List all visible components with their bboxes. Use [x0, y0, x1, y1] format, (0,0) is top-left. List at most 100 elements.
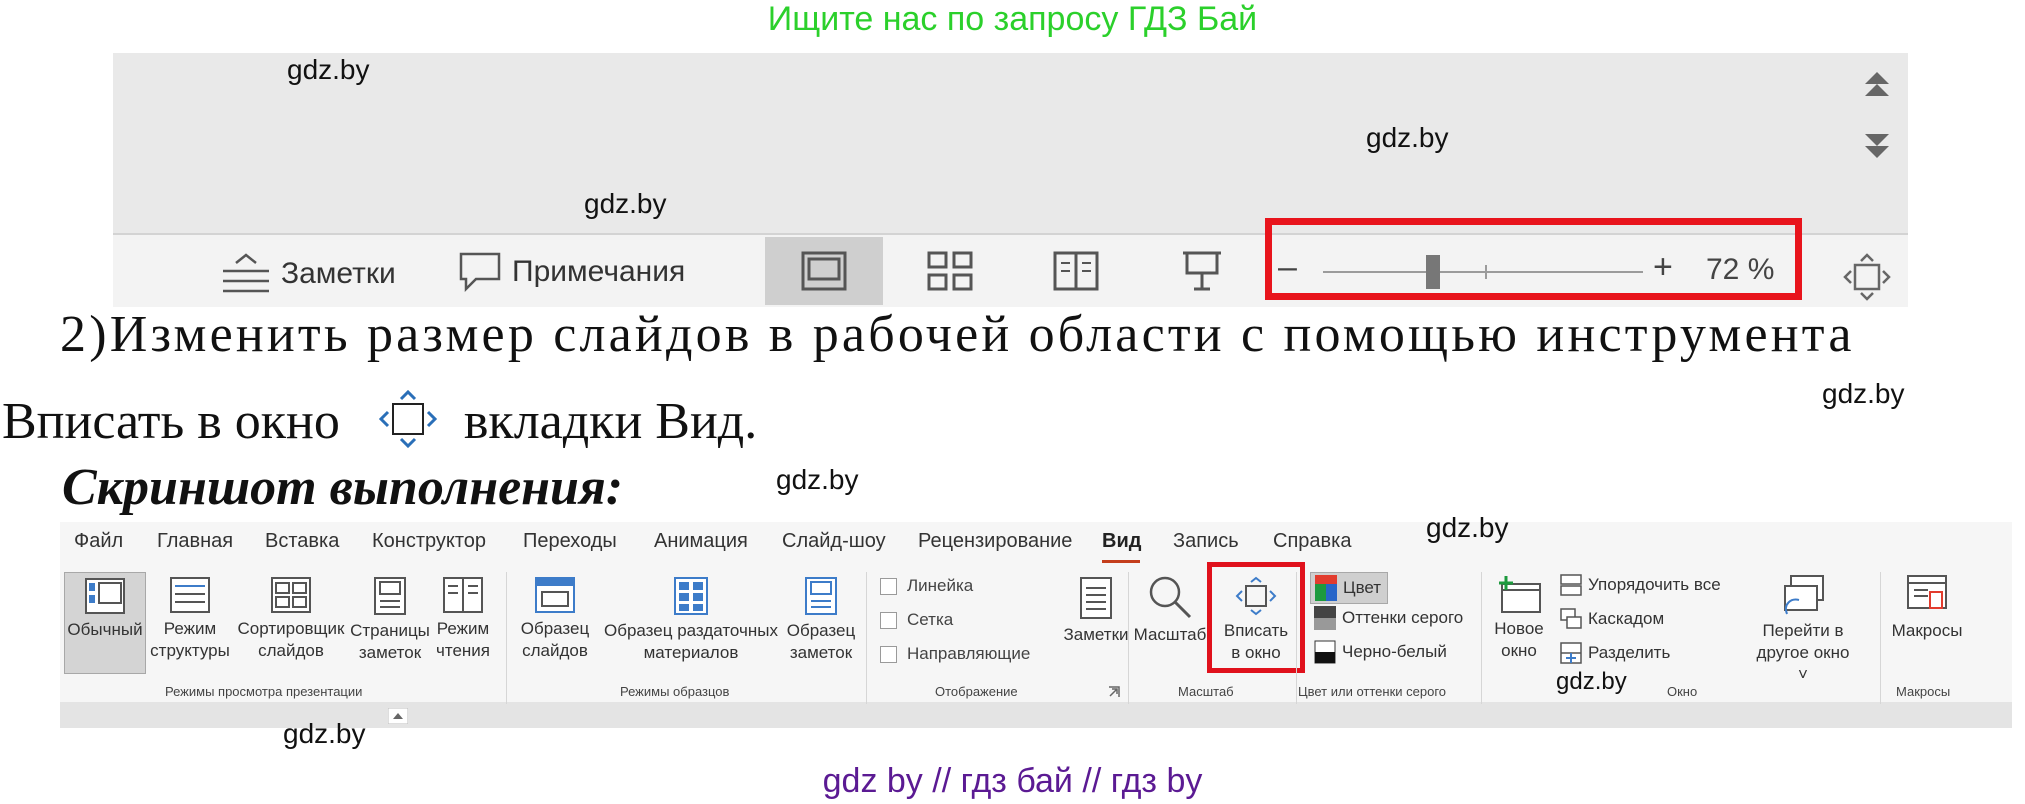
new-window-button[interactable]: Новое окно — [1486, 574, 1552, 662]
ruler-checkbox[interactable]: Линейка — [880, 576, 973, 596]
notes-icon — [1080, 577, 1112, 619]
slide-sorter-view-button[interactable] — [891, 237, 1009, 305]
group-separator — [1296, 572, 1297, 704]
watermark: gdz.by — [1426, 512, 1509, 543]
magnifier-icon — [1149, 576, 1192, 619]
slide-master-label-2: слайдов — [522, 641, 588, 660]
new-window-label-1: Новое — [1494, 619, 1544, 638]
normal-view-button[interactable]: Обычный — [64, 572, 146, 674]
zoom-out-button[interactable]: – — [1278, 248, 1297, 287]
outline-view-label-2: структуры — [150, 641, 230, 660]
zoom-slider-thumb[interactable] — [1426, 255, 1441, 289]
group-separator — [506, 572, 507, 704]
tab-home[interactable]: Главная — [157, 530, 233, 553]
guides-checkbox-box[interactable] — [880, 645, 897, 663]
zoom-label: Масштаб — [1133, 625, 1207, 644]
switch-window-button[interactable]: Перейти в другое окно ˅ — [1750, 574, 1856, 686]
comment-icon — [459, 252, 501, 293]
tab-slideshow[interactable]: Слайд-шоу — [782, 530, 886, 553]
guides-label: Направляющие — [907, 644, 1031, 663]
switch-window-label-1: Перейти в — [1762, 621, 1844, 640]
slideshow-view-button[interactable] — [1143, 237, 1261, 305]
fit-highlight-frame — [1207, 562, 1305, 673]
zoom-in-button[interactable]: + — [1653, 248, 1673, 287]
ruler-checkbox-box[interactable] — [880, 577, 897, 595]
tab-view[interactable]: Вид — [1102, 530, 1141, 553]
group-label-color: Цвет или оттенки серого — [1298, 684, 1447, 699]
fit-to-window-icon[interactable] — [1843, 253, 1891, 301]
ruler-label: Линейка — [907, 576, 974, 595]
notes-label: Заметки — [1063, 625, 1129, 644]
macros-icon — [1907, 575, 1947, 609]
tab-transitions[interactable]: Переходы — [523, 530, 617, 553]
notes-button[interactable]: Заметки — [221, 251, 396, 297]
heading: Скриншот выполнения: — [62, 459, 624, 516]
tab-insert[interactable]: Вставка — [265, 530, 339, 553]
handout-master-label-1: Образец раздаточных — [604, 621, 778, 640]
handout-master-label-2: материалов — [643, 643, 739, 662]
tab-record[interactable]: Запись — [1173, 530, 1239, 553]
notes-master-icon — [805, 577, 837, 615]
black-white-label: Черно-белый — [1342, 642, 1447, 661]
slide-sorter-button[interactable]: Сортировщик слайдов — [234, 576, 348, 662]
tab-animations[interactable]: Анимация — [654, 530, 748, 553]
new-window-label-2: окно — [1501, 641, 1537, 660]
normal-view-label: Обычный — [67, 620, 143, 639]
zoom-percent[interactable]: 72 % — [1706, 253, 1774, 287]
group-label-window: Окно — [1667, 684, 1698, 699]
reading-view-button[interactable]: Режим чтения — [432, 576, 494, 662]
switch-window-label-2: другое окно ˅ — [1756, 643, 1850, 684]
reading-view-button[interactable] — [1017, 237, 1135, 305]
handout-master-button[interactable]: Образец раздаточных материалов — [598, 576, 784, 664]
macros-button[interactable]: Макросы — [1886, 574, 1968, 642]
comments-label: Примечания — [512, 255, 686, 288]
tab-help[interactable]: Справка — [1273, 530, 1351, 553]
outline-view-label-1: Режим — [163, 619, 217, 638]
tab-design[interactable]: Конструктор — [372, 530, 486, 553]
gridlines-checkbox-box[interactable] — [880, 611, 897, 629]
black-white-icon — [1314, 640, 1336, 664]
slide-master-icon — [535, 577, 575, 613]
bottom-banner: gdz by // гдз бай // гдз by — [822, 762, 1203, 800]
cascade-button[interactable]: Каскадом — [1560, 608, 1664, 630]
notes-label: Заметки — [281, 257, 396, 290]
slide-sorter-icon — [271, 577, 311, 613]
group-separator — [1481, 572, 1482, 704]
instruction-text-1: 2)Изменить размер слайдов в рабочей обла… — [60, 306, 1855, 363]
gridlines-checkbox[interactable]: Сетка — [880, 610, 953, 630]
previous-slide-icon[interactable] — [1861, 68, 1893, 102]
book-icon — [1053, 251, 1099, 291]
guides-checkbox[interactable]: Направляющие — [880, 644, 1030, 664]
split-button[interactable]: Разделить — [1560, 642, 1670, 664]
slide-sorter-label-1: Сортировщик — [237, 619, 345, 638]
grayscale-button[interactable]: Оттенки серого — [1314, 606, 1463, 630]
zoom-slider-track[interactable] — [1323, 271, 1643, 273]
next-slide-icon[interactable] — [1861, 128, 1893, 162]
zoom-button[interactable]: Масштаб — [1132, 574, 1208, 646]
comments-button[interactable]: Примечания — [458, 251, 685, 293]
watermark: gdz.by — [776, 464, 859, 495]
arrange-all-button[interactable]: Упорядочить все — [1560, 574, 1721, 596]
outline-view-button[interactable]: Режим структуры — [148, 576, 232, 662]
new-window-icon — [1499, 576, 1541, 613]
black-white-button[interactable]: Черно-белый — [1314, 640, 1447, 664]
cascade-icon — [1560, 608, 1582, 629]
notes-master-button[interactable]: Образец заметок — [780, 576, 862, 664]
dialog-launcher-icon[interactable] — [1107, 685, 1121, 699]
slide-master-button[interactable]: Образец слайдов — [514, 576, 596, 662]
notes-button[interactable]: Заметки — [1058, 576, 1134, 646]
notes-page-button[interactable]: Страницы заметок — [348, 576, 432, 664]
reading-view-label-1: Режим — [436, 619, 490, 638]
collapse-ribbon-icon[interactable] — [388, 708, 408, 724]
tab-review[interactable]: Рецензирование — [918, 530, 1072, 553]
color-button[interactable]: Цвет — [1310, 572, 1389, 604]
group-separator — [1880, 572, 1881, 704]
notes-page-icon — [374, 577, 406, 615]
slide-sorter-label-2: слайдов — [258, 641, 324, 660]
tab-file[interactable]: Файл — [74, 530, 123, 553]
active-tab-underline — [1102, 560, 1140, 563]
instruction-fit-name: Вписать в окно — [2, 392, 340, 450]
normal-view-button[interactable] — [765, 237, 883, 305]
status-bar-screenshot: Заметки Примечания – + 72 % — [113, 53, 1908, 307]
fit-to-window-icon — [378, 389, 437, 449]
